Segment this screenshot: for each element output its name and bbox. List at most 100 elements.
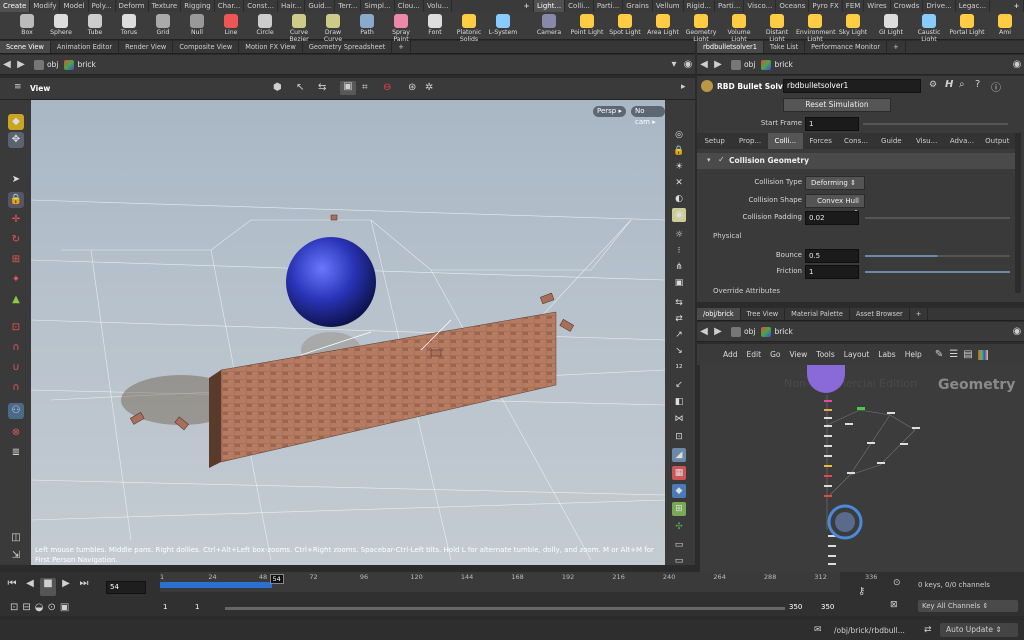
scene-viewport[interactable]: Persp ▸ No cam ▸ Left mouse tumbles. Mid…: [31, 100, 665, 565]
update-icon[interactable]: ⇄: [924, 625, 932, 635]
select-tool-icon[interactable]: ↖: [296, 82, 304, 93]
shelf-tab[interactable]: Terr...: [335, 0, 362, 12]
range-end-field[interactable]: 350: [786, 602, 816, 615]
shelf-tool[interactable]: Portal Light: [948, 12, 986, 40]
pose-icon[interactable]: ✦: [8, 272, 24, 288]
shelf-tool[interactable]: Geometry Light: [682, 12, 720, 43]
render-icon[interactable]: ⊗: [8, 425, 24, 441]
shelf-tab[interactable]: Visco...: [744, 0, 777, 12]
shelf-tool[interactable]: Curve Bezier: [282, 12, 316, 43]
shelf-tool[interactable]: L-System: [486, 12, 520, 40]
extra1-icon[interactable]: ▭: [672, 538, 686, 552]
pane-tab[interactable]: Composite View: [173, 41, 240, 53]
x-icon[interactable]: ✕: [672, 176, 686, 190]
gear-icon[interactable]: ⚙: [929, 80, 937, 90]
pane-tab[interactable]: rbdbulletsolver1: [697, 41, 764, 53]
number-icon[interactable]: ¹²: [672, 362, 686, 376]
shelf-tab[interactable]: Char...: [215, 0, 245, 12]
network-menu-item[interactable]: Edit: [747, 350, 762, 359]
pane-tab[interactable]: Animation Editor: [51, 41, 120, 53]
cube-icon[interactable]: ▣: [672, 276, 686, 290]
solver-tab[interactable]: Prop...: [732, 133, 767, 149]
view-menu-icon[interactable]: ≡: [14, 82, 22, 92]
bounding-icon[interactable]: ⊡: [672, 430, 686, 444]
pane-tab[interactable]: Geometry Spreadsheet: [303, 41, 393, 53]
solver-tab[interactable]: Output: [980, 133, 1015, 149]
network-menu-item[interactable]: Add: [723, 350, 738, 359]
lock-icon[interactable]: 🔒: [8, 192, 24, 208]
shelf-tool[interactable]: Draw Curve: [316, 12, 350, 43]
shelf-tab[interactable]: Model: [60, 0, 89, 12]
pane-tab[interactable]: Motion FX View: [239, 41, 303, 53]
background-icon[interactable]: ⊞: [672, 502, 686, 516]
path-dropdown-icon[interactable]: ▾: [667, 59, 681, 70]
channel-icon[interactable]: ⊙: [893, 578, 913, 590]
shelf-tool[interactable]: Spray Paint: [384, 12, 418, 43]
shelf-tab[interactable]: Hair...: [278, 0, 306, 12]
snap-icon[interactable]: ∩: [8, 380, 24, 396]
shelf-tool[interactable]: Box: [10, 12, 44, 40]
shelf-tool[interactable]: Volume Light: [720, 12, 758, 43]
camera-tool-icon[interactable]: ⬢: [273, 82, 282, 93]
shelf-tab[interactable]: Clou...: [395, 0, 424, 12]
play-icon[interactable]: ▶: [58, 578, 74, 596]
normals-icon[interactable]: ⋔: [672, 260, 686, 274]
solver-tab[interactable]: Visu...: [909, 133, 944, 149]
guide-icon[interactable]: ↙: [672, 378, 686, 392]
audio-icon[interactable]: ▣: [60, 602, 69, 613]
param-forward-icon[interactable]: ▶: [711, 59, 725, 70]
magnet2-icon[interactable]: ∪: [8, 360, 24, 376]
shelf-tab[interactable]: FEM: [843, 0, 865, 12]
shelf-tool[interactable]: Area Light: [644, 12, 682, 40]
range-slider[interactable]: [225, 607, 785, 610]
vertex-icon[interactable]: ↘: [672, 344, 686, 358]
shelf-tool[interactable]: Spot Light: [606, 12, 644, 40]
collision-padding-field[interactable]: 0.02: [805, 211, 859, 225]
brush-icon[interactable]: ▲: [8, 292, 24, 308]
camera-icon[interactable]: ◫: [8, 530, 24, 546]
shelf-tool[interactable]: Grid: [146, 12, 180, 40]
grid-icon[interactable]: ⌗: [362, 82, 368, 93]
lock-view-icon[interactable]: 🔒: [672, 144, 686, 158]
path-brick[interactable]: brick: [64, 59, 96, 70]
key-all-icon[interactable]: ⊠: [890, 600, 898, 610]
key-icon[interactable]: ⚷: [858, 586, 865, 597]
network-menu-item[interactable]: Tools: [816, 350, 834, 359]
play-back-icon[interactable]: ◀: [22, 578, 38, 596]
shelf-tab[interactable]: Light...: [534, 0, 566, 12]
ghost-icon[interactable]: ◧: [672, 395, 686, 409]
shelf-tool[interactable]: Camera: [530, 12, 568, 40]
viewport-arrow-icon[interactable]: ▸: [681, 82, 686, 92]
no-entry-icon[interactable]: ⊖: [383, 82, 391, 93]
shelf-tab[interactable]: Grains: [623, 0, 653, 12]
friction-slider[interactable]: [865, 271, 1010, 273]
current-frame-field[interactable]: 54: [106, 581, 146, 594]
move-icon[interactable]: ✛: [8, 212, 24, 228]
shelf-tool[interactable]: Ami: [986, 12, 1024, 40]
pane-tab[interactable]: Asset Browser: [850, 308, 910, 320]
select-arrow-icon[interactable]: ➤: [8, 172, 24, 188]
shelf-tool[interactable]: Tube: [78, 12, 112, 40]
shelf-tool[interactable]: GI Light: [872, 12, 910, 40]
network-editor[interactable]: Non-Commercial Edition Geometry: [700, 365, 1024, 572]
range-end2-field[interactable]: 350: [818, 602, 848, 615]
solver-tab[interactable]: Guide: [874, 133, 909, 149]
solver-tab[interactable]: Cons...: [838, 133, 873, 149]
list-icon[interactable]: ☰: [949, 349, 958, 360]
network-menu-item[interactable]: Help: [905, 350, 922, 359]
shelf-tab[interactable]: Pyro FX: [809, 0, 843, 12]
shelf-tool[interactable]: Caustic Light: [910, 12, 948, 43]
persp-menu[interactable]: Persp ▸: [593, 106, 626, 117]
shelf-tab[interactable]: Drive...: [923, 0, 956, 12]
shelf-tool[interactable]: Font: [418, 12, 452, 40]
key-all-channels-menu[interactable]: Key All Channels ⇕: [918, 600, 1018, 612]
shelf-tool[interactable]: Line: [214, 12, 248, 40]
tool-options-icon[interactable]: ≣: [8, 445, 24, 461]
shading-icon[interactable]: ◐: [672, 192, 686, 206]
add-tab-icon[interactable]: +: [887, 41, 906, 53]
net-path-obj[interactable]: obj: [731, 326, 755, 337]
smooth-icon[interactable]: ◢: [672, 448, 686, 462]
shelf-tool[interactable]: Path: [350, 12, 384, 40]
sync-icon[interactable]: ⊙: [48, 602, 56, 613]
search-icon[interactable]: ⌕: [959, 79, 965, 90]
